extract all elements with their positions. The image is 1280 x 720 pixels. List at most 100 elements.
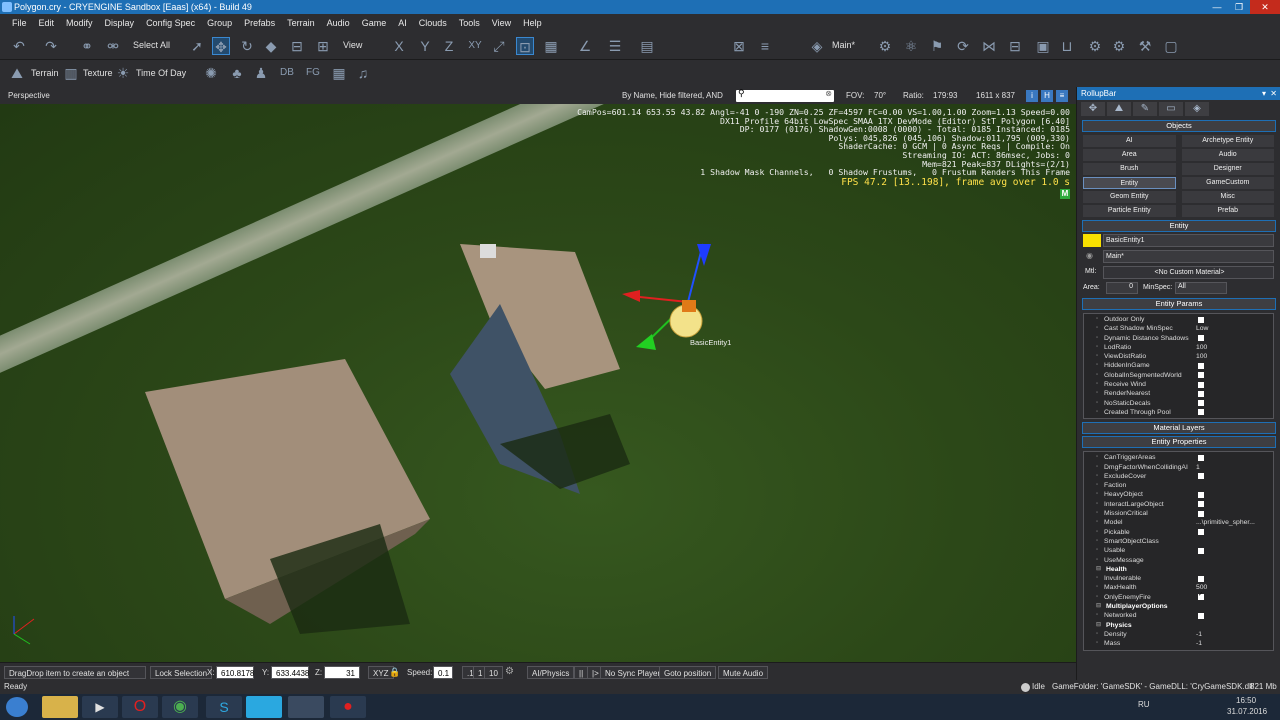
property-row[interactable]: ▫ RenderNearest [1084,389,1273,398]
object-type-ai-button[interactable]: AI [1083,135,1176,147]
property-row[interactable]: ▫ SmartObjectClass [1084,537,1273,546]
area-field[interactable]: 0 [1106,282,1138,294]
3d-viewport[interactable]: CamPos=601.14 653.55 43.82 Angl=-41 0 -1… [0,104,1076,662]
property-checkbox[interactable] [1198,335,1204,342]
property-row[interactable]: ▫ CanTriggerAreas [1084,453,1273,462]
property-row[interactable]: ▫ DmgFactorWhenCollidingAI 1 [1084,463,1273,472]
property-checkbox[interactable] [1198,547,1204,554]
viewport-menu-icon[interactable]: ≡ [1056,90,1068,102]
group-collapse-icon[interactable]: ⊟ [1096,621,1101,630]
property-row[interactable]: ▫ Pickable [1084,528,1273,537]
property-row[interactable]: ▫ Mass -1 [1084,639,1273,648]
object-type-audio-button[interactable]: Audio [1181,149,1274,161]
minimize-icon[interactable]: — [1206,0,1228,14]
property-row[interactable]: ▫ Dynamic Distance Shadows [1084,334,1273,343]
property-row[interactable]: ▫ Networked [1084,611,1273,620]
property-value[interactable]: 100 [1196,352,1207,361]
object-type-misc-button[interactable]: Misc [1181,191,1274,203]
maximize-icon[interactable]: ❐ [1228,0,1250,14]
cryengine-taskbar-icon[interactable] [246,696,282,718]
property-row[interactable]: ▫ NoStaticDecals [1084,399,1273,408]
property-row[interactable]: ▫ Receive Wind [1084,380,1273,389]
object-type-designer-button[interactable]: Designer [1181,163,1274,175]
layer-icon[interactable]: ≡ [756,37,774,55]
ui-editor-icon[interactable]: ▣ [1034,37,1052,55]
property-row[interactable]: ▫ HeavyObject [1084,490,1273,499]
snap-objects-icon[interactable]: ⊞ [314,37,332,55]
property-value[interactable]: -1 [1196,630,1202,639]
snap-grid-icon[interactable]: ⊡ [516,37,534,55]
property-checkbox[interactable] [1198,381,1204,388]
property-checkbox[interactable] [1198,454,1204,461]
object-type-gamecustom-button[interactable]: GameCustom [1181,177,1274,189]
physics-icon[interactable]: ⚙ [876,37,894,55]
axis-y-icon[interactable]: Y [416,37,434,55]
vegetation-icon[interactable]: ♣ [228,64,246,82]
menu-item-file[interactable]: File [6,14,33,32]
resolution-value[interactable]: 1611 x 837 [976,88,1015,104]
redo-icon[interactable]: ↷ [42,37,60,55]
character-icon[interactable]: ♟ [252,64,270,82]
property-row[interactable]: ▫ MaxHealth 500 [1084,583,1273,592]
menu-item-group[interactable]: Group [201,14,238,32]
menu-item-display[interactable]: Display [99,14,141,32]
skype-icon[interactable]: S [206,696,242,718]
property-row[interactable]: ▫ OnlyEnemyFire [1084,591,1273,602]
property-row[interactable]: ▫ Cast Shadow MinSpec Low [1084,324,1273,333]
ai-icon[interactable]: ⚛ [902,37,920,55]
property-checkbox[interactable] [1198,390,1204,397]
window-taskbar-icon[interactable] [288,696,324,718]
property-row[interactable]: ▫ GlobalInSegmentedWorld [1084,371,1273,380]
property-checkbox[interactable] [1198,400,1204,407]
property-checkbox[interactable] [1198,529,1204,536]
modeling-tab-icon[interactable]: ✎ [1133,102,1157,116]
property-row[interactable]: ▫ Invulnerable [1084,574,1273,583]
viewport-name[interactable]: Perspective [8,88,50,104]
viewport-search-input[interactable]: ⚲ ⊗ [736,88,834,102]
speed-10-button[interactable]: 10 [484,666,503,679]
snap-terrain-icon[interactable]: ⊟ [288,37,306,55]
undo-icon[interactable]: ↶ [10,37,28,55]
particle-icon[interactable]: ✺ [202,64,220,82]
grid-icon[interactable]: ▦ [542,37,560,55]
property-checkbox[interactable] [1198,510,1204,517]
menu-item-tools[interactable]: Tools [453,14,486,32]
property-value[interactable]: 100 [1196,343,1207,352]
group-collapse-icon[interactable]: ⊟ [1096,565,1101,574]
property-value[interactable]: -1 [1196,639,1202,648]
close-icon[interactable]: ✕ [1250,0,1280,14]
clock-date[interactable]: 31.07.2016 [1227,707,1267,716]
level-explorer-icon[interactable]: ▦ [330,64,348,82]
property-checkbox[interactable] [1198,612,1204,619]
current-layer-dropdown[interactable]: Main* [832,36,855,54]
terrain-collision-icon[interactable]: ⚙ [505,666,514,677]
property-row[interactable]: ▫ Usable [1084,546,1273,555]
property-checkbox[interactable] [1198,316,1204,323]
property-checkbox[interactable] [1198,491,1204,498]
music-icon[interactable]: ♫ [354,64,372,82]
game-mode-icon[interactable]: ⚑ [928,37,946,55]
axis-x-icon[interactable]: X [390,37,408,55]
material-layers-header[interactable]: Material Layers [1082,422,1276,435]
align-icon[interactable]: ☰ [606,37,624,55]
texture-icon[interactable]: ▥ [62,64,80,82]
entity-params-header[interactable]: Entity Params [1082,298,1276,310]
menu-item-prefabs[interactable]: Prefabs [238,14,281,32]
terrain-tab-icon[interactable]: ⛰ [1107,102,1131,116]
terrain-button[interactable]: Terrain [31,64,59,82]
group-collapse-icon[interactable]: ⊟ [1096,602,1101,611]
select-arrow-icon[interactable]: ➚ [188,37,206,55]
property-row[interactable]: ⊟ Health [1084,565,1273,574]
flowgraph-fg-icon[interactable]: FG [304,64,322,82]
property-row[interactable]: ▫ Outdoor Only [1084,315,1273,324]
property-row[interactable]: ▫ ViewDistRatio 100 [1084,352,1273,361]
entity-color-swatch[interactable] [1083,234,1101,247]
property-checkbox[interactable] [1198,372,1204,379]
property-checkbox[interactable] [1198,473,1204,480]
texture-button[interactable]: Texture [83,64,113,82]
material-icon[interactable]: ⊠ [730,37,748,55]
tools-icon[interactable]: ⚒ [1136,37,1154,55]
menu-item-modify[interactable]: Modify [60,14,99,32]
property-row[interactable]: ▫ ExcludeCover [1084,472,1273,481]
opera-icon[interactable]: O [122,696,158,718]
